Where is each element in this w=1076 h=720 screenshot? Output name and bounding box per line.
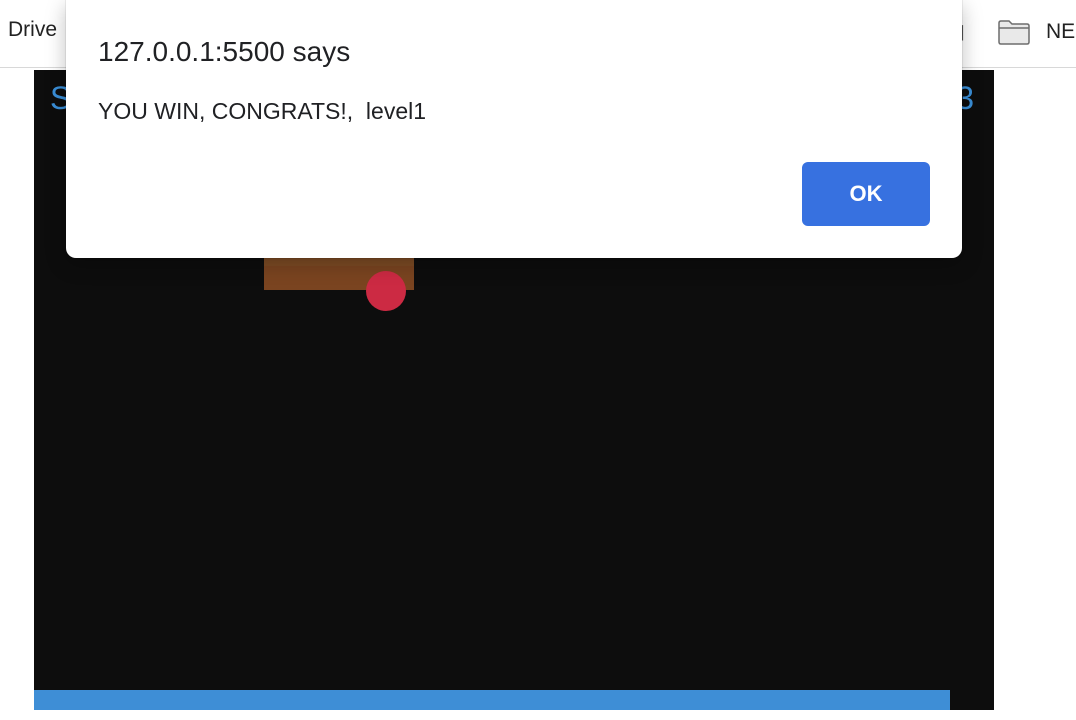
alert-dialog: 127.0.0.1:5500 says YOU WIN, CONGRATS!, …	[66, 0, 962, 258]
alert-title: 127.0.0.1:5500 says	[98, 36, 351, 67]
alert-message: YOU WIN, CONGRATS!, level1	[98, 98, 427, 124]
ball	[366, 271, 406, 311]
folder-icon	[998, 19, 1030, 45]
bookmark-drive[interactable]: Drive	[8, 18, 57, 42]
bookmark-folder-label: NE	[1046, 20, 1076, 43]
ok-button[interactable]: OK	[802, 162, 930, 226]
paddle[interactable]	[34, 690, 950, 710]
browser-window: Drive ▤ NE S 3 127.0.0.1:5500 says YOU W…	[0, 0, 1076, 720]
bookmark-folder-ne[interactable]: NE	[998, 16, 1075, 48]
